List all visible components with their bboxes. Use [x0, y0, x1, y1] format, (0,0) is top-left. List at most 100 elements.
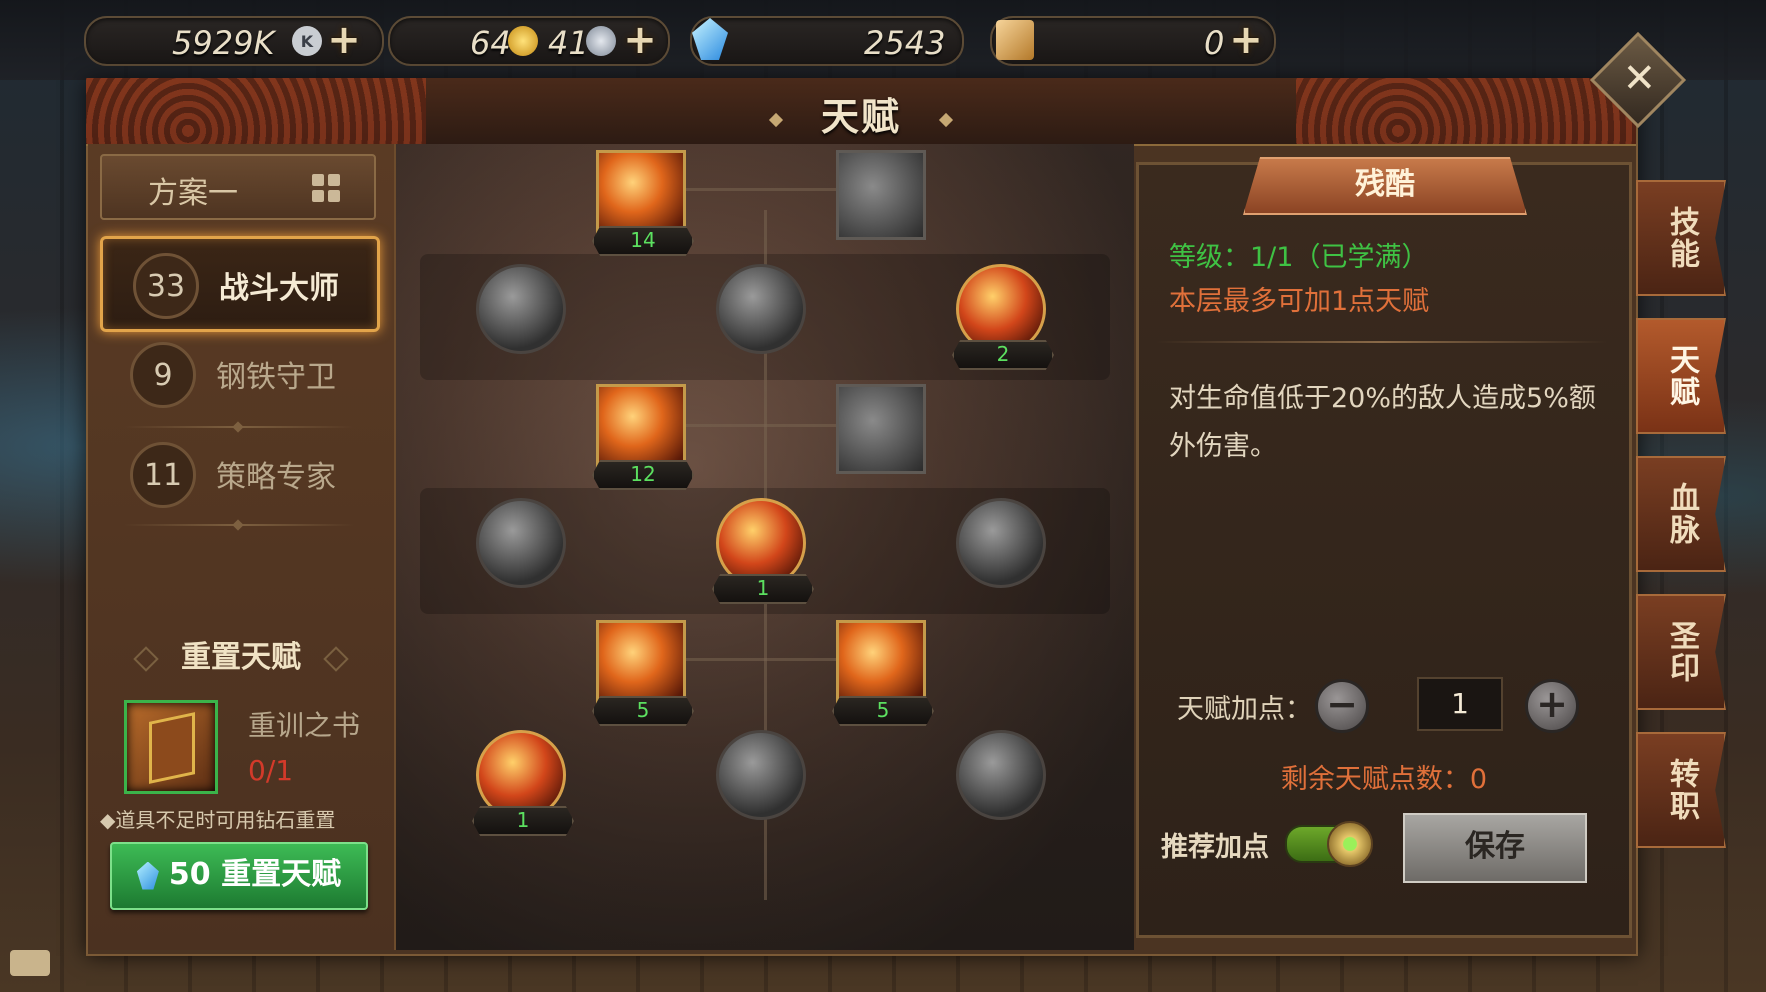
hooded-figure-icon [716, 730, 806, 820]
talent-node[interactable]: 1 [472, 730, 574, 836]
divider [124, 524, 354, 526]
talent-level: 等级：1/1（已学满） [1169, 242, 1429, 273]
decrease-points-button[interactable]: − [1315, 679, 1369, 733]
ornament-icon [133, 645, 159, 672]
diamond-icon [692, 18, 728, 60]
page-title: 天赋 [820, 95, 901, 139]
spec-sidebar: 方案一 33 战斗大师 9 钢铁守卫 11 策略专家 重置天赋 重训之书 0/1… [88, 144, 397, 950]
gold-coin-icon [508, 26, 538, 56]
talent-node[interactable]: 1 [712, 498, 814, 604]
spec-name: 策略专家 [216, 460, 336, 495]
card-value: 0 [1204, 24, 1225, 62]
silver-value: 5929K [172, 24, 275, 62]
grid-menu-icon[interactable] [312, 174, 340, 202]
add-gold-button[interactable]: + [622, 20, 658, 60]
reset-button-label: 50 重置天赋 [168, 857, 342, 892]
talent-node[interactable]: 14 [592, 150, 694, 256]
recommend-label: 推荐加点 [1161, 832, 1269, 863]
title-diamond-icon [938, 112, 954, 127]
reset-hint: ◆道具不足时可用钻石重置 [100, 808, 336, 832]
title-diamond-icon [768, 112, 784, 127]
spec-points-ring: 33 [133, 253, 199, 319]
helmet-icon [956, 730, 1046, 820]
eye-icon [956, 498, 1046, 588]
slash-icon [476, 264, 566, 354]
points-label: 天赋加点： [1177, 694, 1312, 725]
talent-rank-badge: 5 [592, 696, 694, 726]
divider [1157, 341, 1607, 343]
recommend-toggle[interactable] [1285, 821, 1373, 867]
book-count: 0/1 [248, 754, 294, 787]
card-icon [996, 20, 1034, 60]
spec-points-ring: 9 [130, 342, 196, 408]
tier-limit: 本层最多可加1点天赋 [1169, 286, 1430, 317]
talent-rank-badge: 14 [592, 226, 694, 256]
increase-points-button[interactable]: + [1525, 679, 1579, 733]
reset-talent-button[interactable]: 50 重置天赋 [110, 842, 368, 910]
scheme-selector[interactable]: 方案一 [100, 154, 376, 220]
book-name: 重训之书 [248, 709, 361, 742]
shadow-warrior-icon [836, 150, 926, 240]
spec-tab-iron-guard[interactable]: 9 钢铁守卫 [100, 328, 374, 418]
talent-name: 残酷 [1243, 157, 1527, 215]
toggle-knob [1327, 821, 1373, 867]
talent-detail-panel: 残酷 等级：1/1（已学满） 本层最多可加1点天赋 对生命值低于20%的敌人造成… [1136, 157, 1632, 938]
talent-node[interactable] [716, 730, 806, 820]
add-silver-button[interactable]: + [326, 20, 362, 60]
talent-tree: 14 2 12 1 5 5 1 [396, 144, 1134, 950]
talent-rank-badge: 5 [832, 696, 934, 726]
talent-node[interactable] [836, 384, 926, 474]
talent-node[interactable] [716, 264, 806, 354]
talent-node[interactable]: 2 [952, 264, 1054, 370]
talent-node[interactable]: 12 [592, 384, 694, 490]
diamond-currency: 2543 [690, 16, 964, 66]
reset-section-title: 重置天赋 [88, 632, 394, 676]
points-input[interactable]: 1 [1417, 677, 1503, 731]
tab-bloodline[interactable]: 血脉 [1636, 456, 1726, 572]
talent-node[interactable] [476, 264, 566, 354]
spec-name: 钢铁守卫 [216, 360, 336, 395]
diamond-icon [136, 861, 159, 890]
chat-icon[interactable] [10, 950, 50, 976]
ornament-icon [323, 645, 349, 672]
tab-class-change[interactable]: 转职 [1636, 732, 1726, 848]
talent-node[interactable] [476, 498, 566, 588]
talent-node[interactable]: 5 [592, 620, 694, 726]
save-button[interactable]: 保存 [1403, 813, 1587, 883]
reset-title-text: 重置天赋 [181, 640, 301, 675]
panel-title-row: 天赋 [86, 86, 1636, 141]
silver-currency: 5929K K + [84, 16, 384, 66]
silver-medal-icon [586, 26, 616, 56]
close-icon: ✕ [1622, 55, 1657, 102]
tab-seal[interactable]: 圣印 [1636, 594, 1726, 710]
spec-tab-strategist[interactable]: 11 策略专家 [100, 428, 374, 518]
tab-skills[interactable]: 技能 [1636, 180, 1726, 296]
add-card-button[interactable]: + [1228, 20, 1264, 60]
currency-bar: 5929K K + 64 41 + 2543 0 + [0, 0, 1766, 80]
silhouette-icon [716, 264, 806, 354]
diamond-value: 2543 [864, 24, 946, 62]
rage-figure-icon [476, 498, 566, 588]
talent-node[interactable] [956, 498, 1046, 588]
spec-name: 战斗大师 [219, 271, 339, 306]
whirlwind-icon [836, 384, 926, 474]
talent-node[interactable]: 5 [832, 620, 934, 726]
scheme-label: 方案一 [148, 176, 238, 211]
card-currency: 0 + [990, 16, 1276, 66]
talent-node[interactable] [956, 730, 1046, 820]
gold-value: 64 [470, 24, 511, 62]
spec-points-ring: 11 [130, 442, 196, 508]
talent-node[interactable] [836, 150, 926, 240]
retrain-book-icon[interactable] [124, 700, 218, 794]
spec-tab-combat-master[interactable]: 33 战斗大师 [100, 236, 380, 332]
gold-currency: 64 41 + [388, 16, 670, 66]
talent-rank-badge: 2 [952, 340, 1054, 370]
talent-rank-badge: 1 [712, 574, 814, 604]
talent-rank-badge: 12 [592, 460, 694, 490]
talent-rank-badge: 1 [472, 806, 574, 836]
tab-talent[interactable]: 天赋 [1636, 318, 1726, 434]
talent-description: 对生命值低于20%的敌人造成5%额外伤害。 [1169, 383, 1596, 462]
panel-header: 天赋 [86, 78, 1636, 146]
medal-value: 41 [548, 24, 589, 62]
silver-coin-icon: K [292, 26, 322, 56]
